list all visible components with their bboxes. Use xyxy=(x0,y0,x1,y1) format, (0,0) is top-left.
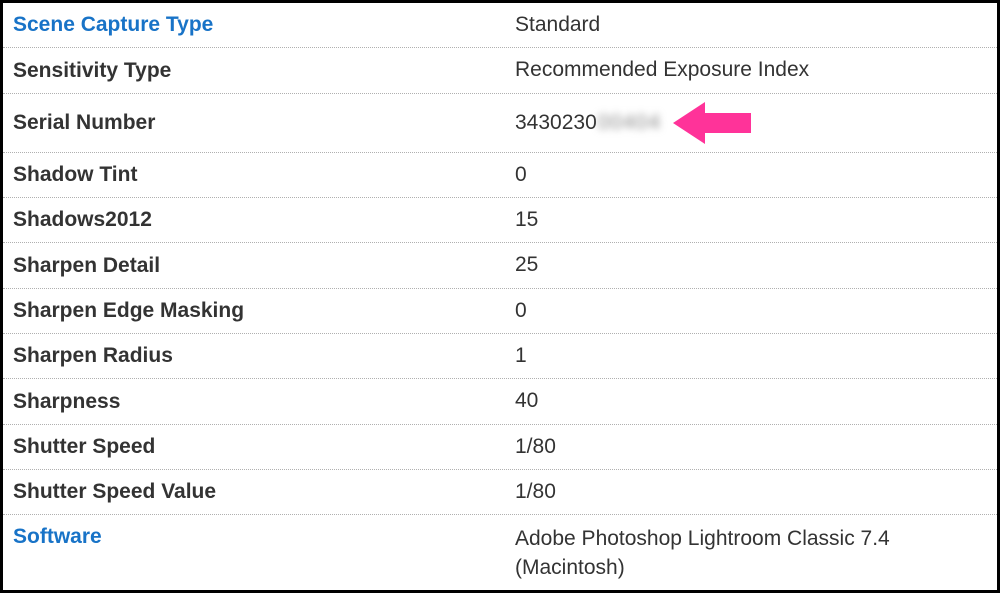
metadata-value: 1/80 xyxy=(511,425,997,469)
metadata-label: Serial Number xyxy=(3,103,511,143)
metadata-label: Shutter Speed xyxy=(3,427,511,467)
metadata-row: Serial Number343023000404 xyxy=(3,94,997,153)
serial-blurred-part: 00404 xyxy=(598,109,661,137)
metadata-label[interactable]: Scene Capture Type xyxy=(3,5,511,45)
metadata-value: 1 xyxy=(511,334,997,378)
metadata-value: 0 xyxy=(511,289,997,333)
serial-number-value: 343023000404 xyxy=(515,102,751,144)
pink-arrow-icon xyxy=(673,102,751,144)
metadata-label: Sharpen Edge Masking xyxy=(3,291,511,331)
metadata-row: Scene Capture TypeStandard xyxy=(3,3,997,48)
metadata-label: Shadow Tint xyxy=(3,155,511,195)
metadata-value: 0 xyxy=(511,153,997,197)
metadata-label: Shutter Speed Value xyxy=(3,472,511,512)
metadata-value: 25 xyxy=(511,243,997,287)
metadata-value: Standard xyxy=(511,3,997,47)
metadata-label: Sharpness xyxy=(3,382,511,422)
metadata-label: Sensitivity Type xyxy=(3,51,511,91)
metadata-row: Shutter Speed Value1/80 xyxy=(3,470,997,515)
metadata-label: Shadows2012 xyxy=(3,200,511,240)
metadata-value: Adobe Photoshop Lightroom Classic 7.4 (M… xyxy=(511,515,997,590)
metadata-row: Shadows201215 xyxy=(3,198,997,243)
metadata-row: Sharpen Radius1 xyxy=(3,334,997,379)
metadata-value: 343023000404 xyxy=(511,94,997,152)
metadata-label[interactable]: Software xyxy=(3,515,511,557)
metadata-value: 1/80 xyxy=(511,470,997,514)
metadata-value: 40 xyxy=(511,379,997,423)
metadata-row: Sharpen Edge Masking0 xyxy=(3,289,997,334)
metadata-label: Sharpen Radius xyxy=(3,336,511,376)
serial-visible-part: 3430230 xyxy=(515,109,597,137)
metadata-value: 15 xyxy=(511,198,997,242)
metadata-row: Sharpness40 xyxy=(3,379,997,424)
metadata-label: Sharpen Detail xyxy=(3,246,511,286)
metadata-row: SoftwareAdobe Photoshop Lightroom Classi… xyxy=(3,515,997,590)
metadata-row: Shutter Speed1/80 xyxy=(3,425,997,470)
metadata-table: Scene Capture TypeStandardSensitivity Ty… xyxy=(0,0,1000,593)
metadata-value: Recommended Exposure Index xyxy=(511,48,997,92)
metadata-row: Sensitivity TypeRecommended Exposure Ind… xyxy=(3,48,997,93)
metadata-row: Shadow Tint0 xyxy=(3,153,997,198)
metadata-row: Sharpen Detail25 xyxy=(3,243,997,288)
